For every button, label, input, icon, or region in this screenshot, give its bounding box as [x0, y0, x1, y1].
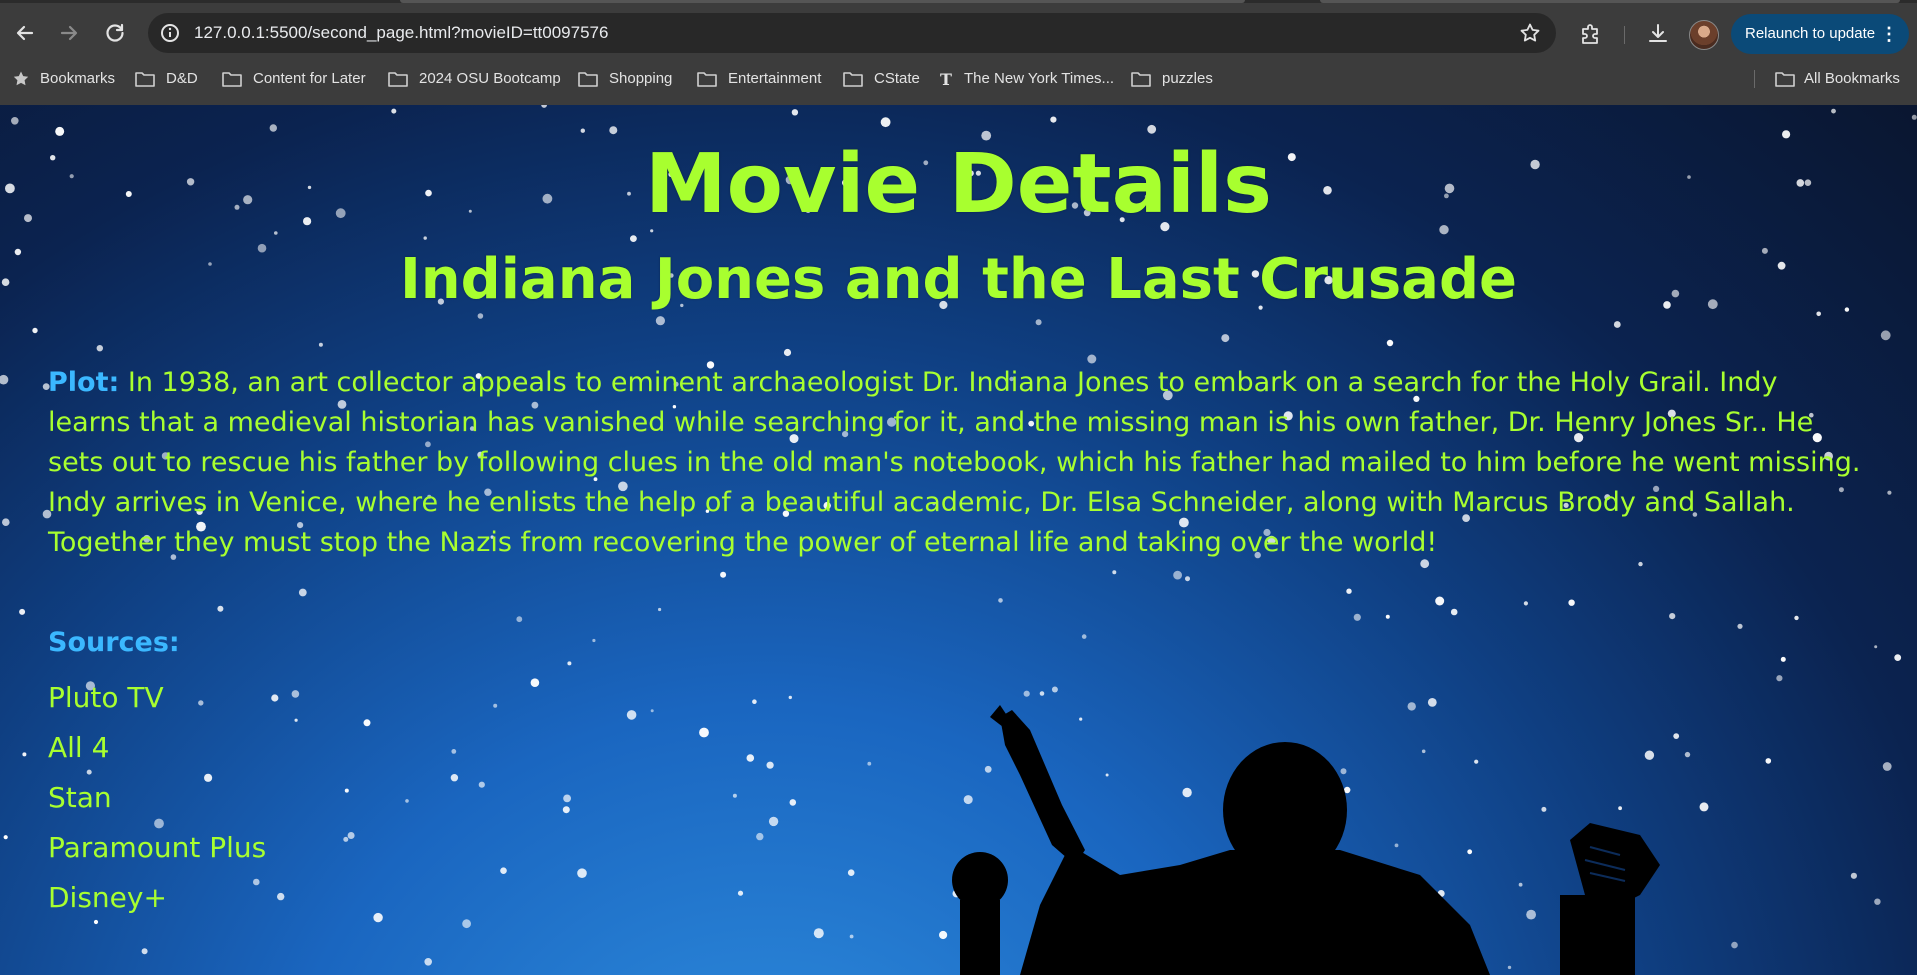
- tab-strip: [0, 0, 1917, 3]
- profile-avatar[interactable]: [1689, 20, 1719, 50]
- bookmarks-bar: Bookmarks D&D Content for Later 2024 OSU…: [0, 65, 1917, 93]
- plot-text: In 1938, an art collector appeals to emi…: [48, 367, 1861, 558]
- plot-paragraph: Plot: In 1938, an art collector appeals …: [48, 363, 1868, 563]
- address-bar[interactable]: 127.0.0.1:5500/second_page.html?movieID=…: [148, 13, 1556, 53]
- nyt-icon: T: [940, 70, 952, 88]
- reload-button[interactable]: [100, 18, 130, 48]
- bookmark-star-icon[interactable]: [1518, 21, 1542, 45]
- back-button[interactable]: [10, 18, 40, 48]
- page-heading: Movie Details: [645, 137, 1272, 232]
- plot-label: Plot:: [48, 367, 120, 398]
- source-item: Disney+: [48, 881, 167, 914]
- folder-icon: [1131, 72, 1151, 87]
- svg-text:T: T: [940, 70, 952, 88]
- url-text[interactable]: 127.0.0.1:5500/second_page.html?movieID=…: [194, 13, 608, 53]
- movie-title: Indiana Jones and the Last Crusade: [399, 247, 1518, 312]
- relaunch-to-update-button[interactable]: Relaunch to update ⋮: [1731, 14, 1909, 54]
- tab-fragment[interactable]: [1320, 0, 1900, 3]
- forward-button[interactable]: [54, 18, 84, 48]
- source-item: All 4: [48, 731, 110, 764]
- site-info-icon[interactable]: [156, 19, 184, 47]
- forward-arrow-icon: [60, 25, 78, 41]
- relaunch-label: Relaunch to update: [1745, 25, 1876, 42]
- reload-icon: [106, 23, 124, 42]
- tab-fragment[interactable]: [400, 0, 1245, 3]
- toolbar-divider: [1624, 26, 1625, 44]
- star-icon: [13, 71, 29, 86]
- navigation-bar: 127.0.0.1:5500/second_page.html?movieID=…: [0, 6, 1917, 60]
- folder-icon: [697, 72, 717, 87]
- folder-icon: [843, 72, 863, 87]
- bookmarks-divider: [1754, 70, 1755, 88]
- folder-icon: [1775, 72, 1795, 87]
- folder-icon: [135, 72, 155, 87]
- folder-icon: [388, 72, 408, 87]
- sources-label: Sources:: [48, 627, 180, 658]
- folder-icon: [578, 72, 598, 87]
- back-arrow-icon: [16, 25, 34, 41]
- extensions-icon[interactable]: [1578, 21, 1604, 47]
- source-item: Pluto TV: [48, 681, 164, 714]
- browser-chrome: 127.0.0.1:5500/second_page.html?movieID=…: [0, 0, 1917, 105]
- page-content: Movie Details Indiana Jones and the Last…: [0, 105, 1917, 975]
- source-item: Stan: [48, 781, 112, 814]
- source-item: Paramount Plus: [48, 831, 267, 864]
- folder-icon: [222, 72, 242, 87]
- sources-list: Pluto TV All 4 Stan Paramount Plus Disne…: [48, 673, 266, 923]
- more-menu-icon[interactable]: ⋮: [1880, 14, 1898, 54]
- download-icon[interactable]: [1645, 21, 1671, 47]
